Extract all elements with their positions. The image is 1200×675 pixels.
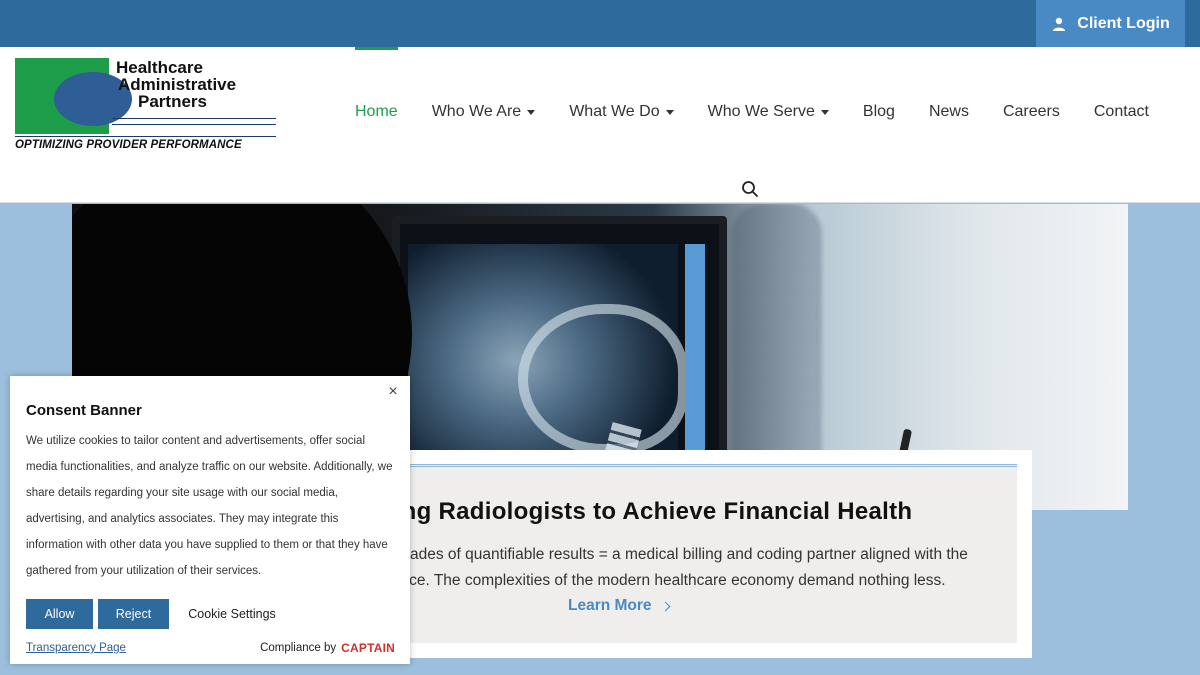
learn-more-label: Learn More — [568, 597, 652, 614]
hero-description-line: decades of quantifiable results = a medi… — [385, 546, 968, 563]
learn-more-link[interactable]: Learn More — [568, 597, 671, 615]
nav-item-who-we-serve[interactable]: Who We Serve — [691, 47, 846, 177]
compliance-by-label: Compliance by — [260, 642, 337, 654]
search-icon — [742, 181, 758, 197]
xray-skull — [518, 304, 688, 454]
nav-item-careers[interactable]: Careers — [986, 47, 1077, 177]
captain-logo[interactable]: CAPTAIN — [341, 641, 395, 655]
site-header: Healthcare Administrative Partners OPTIM… — [0, 47, 1200, 203]
site-logo[interactable]: Healthcare Administrative Partners OPTIM… — [15, 58, 280, 153]
nav-item-contact[interactable]: Contact — [1077, 47, 1166, 177]
top-utility-bar: Client Login — [0, 0, 1200, 47]
client-login-label: Client Login — [1077, 14, 1170, 32]
consent-body: We utilize cookies to tailor content and… — [26, 435, 393, 577]
logo-rule — [112, 124, 276, 125]
nav-item-home[interactable]: Home — [338, 47, 415, 177]
caret-down-icon — [665, 109, 674, 115]
nav-item-label: Home — [355, 103, 398, 120]
nav-item-label: Blog — [862, 103, 895, 120]
allow-button[interactable]: Allow — [26, 599, 93, 629]
hero-description-line: actice. The complexities of the modern h… — [385, 572, 946, 589]
search-button[interactable] — [740, 179, 760, 199]
hero-text-card: ring Radiologists to Achieve Financial H… — [340, 450, 1032, 658]
logo-name: Healthcare Administrative Partners — [116, 59, 236, 110]
nav-item-what-we-do[interactable]: What We Do — [552, 47, 690, 177]
main-navigation: Home Who We Are What We Do Who We Serve … — [338, 47, 1166, 177]
consent-banner: × Consent Banner We utilize cookies to t… — [10, 376, 410, 664]
nav-item-blog[interactable]: Blog — [846, 47, 912, 177]
caret-down-icon — [820, 109, 829, 115]
hero-description: decades of quantifiable results = a medi… — [385, 542, 1005, 594]
logo-rule — [15, 136, 276, 137]
close-icon[interactable]: × — [386, 384, 400, 400]
user-icon — [1053, 17, 1066, 31]
logo-tagline: OPTIMIZING PROVIDER PERFORMANCE — [15, 139, 242, 151]
nav-item-label: News — [928, 103, 969, 120]
nav-item-label: Who We Serve — [707, 103, 815, 120]
logo-line-3: Partners — [138, 92, 207, 111]
compliance-by: Compliance by CAPTAIN — [260, 641, 395, 655]
chevron-right-icon — [660, 601, 671, 611]
nav-item-news[interactable]: News — [912, 47, 986, 177]
transparency-page-link[interactable]: Transparency Page — [26, 642, 126, 654]
logo-line-2: Administrative — [118, 75, 237, 94]
nav-item-label: Who We Are — [431, 103, 522, 120]
nav-item-label: What We Do — [569, 103, 660, 120]
reject-button[interactable]: Reject — [98, 599, 169, 629]
client-login-button[interactable]: Client Login — [1036, 0, 1185, 47]
cookie-settings-button[interactable]: Cookie Settings — [182, 599, 282, 629]
logo-rule — [112, 118, 276, 119]
caret-down-icon — [527, 109, 536, 115]
hero-title: ring Radiologists to Achieve Financial H… — [385, 498, 913, 525]
nav-item-label: Careers — [1002, 103, 1060, 120]
nav-item-who-we-are[interactable]: Who We Are — [415, 47, 553, 177]
consent-title: Consent Banner — [26, 402, 142, 419]
nav-item-label: Contact — [1093, 103, 1149, 120]
logo-line-1: Healthcare — [116, 58, 203, 77]
